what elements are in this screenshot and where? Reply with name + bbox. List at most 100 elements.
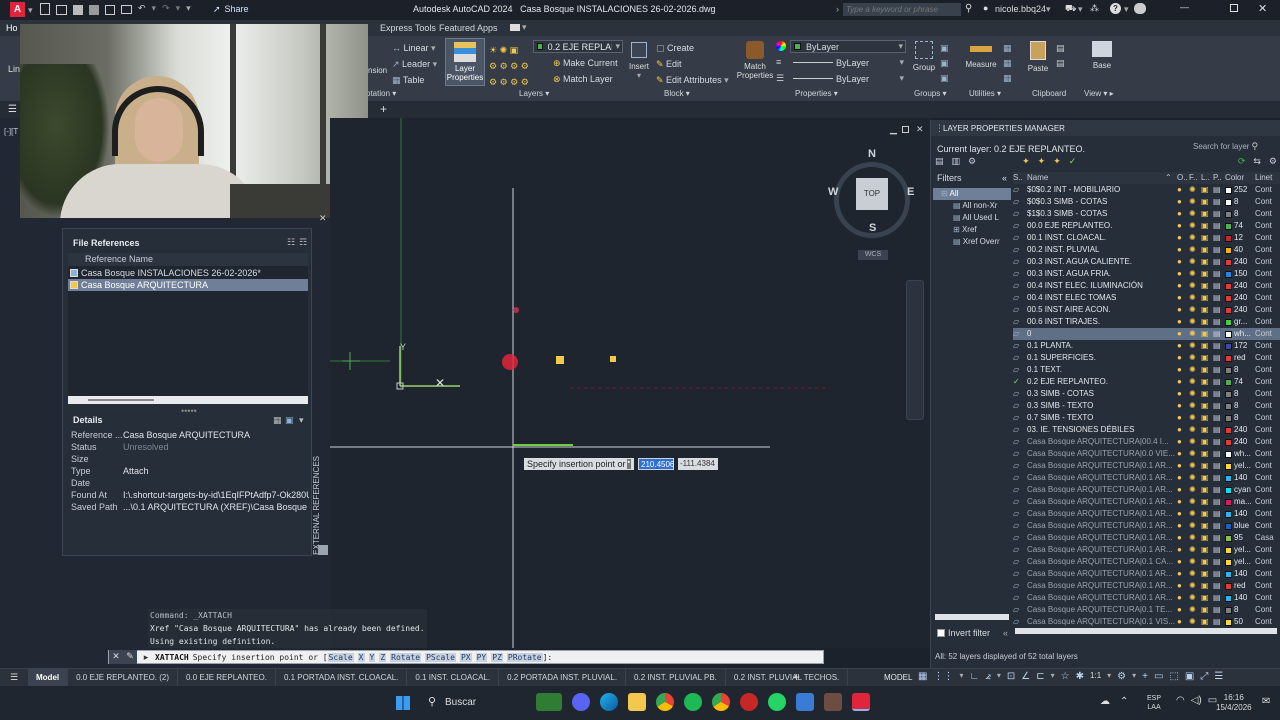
dropdown-arrow-icon[interactable]: ▪ xyxy=(626,459,631,469)
lock-open-icon[interactable]: ▣ xyxy=(1201,460,1213,472)
bulb-on-icon[interactable]: ● xyxy=(1177,424,1189,436)
layer-linetype[interactable]: Cont xyxy=(1255,328,1279,340)
palette-settings-icon[interactable] xyxy=(318,545,328,555)
sun-thaw-icon[interactable]: ✺ xyxy=(1189,580,1201,592)
layer-row[interactable]: ✓ 0.2 EJE REPLANTEO. ● ✺ ▣ ▤ 74 Cont xyxy=(1013,376,1280,388)
layer-color-cell[interactable]: 12 xyxy=(1225,232,1255,244)
layout-tab-model[interactable]: Model xyxy=(28,669,69,686)
layer-color-cell[interactable]: 74 xyxy=(1225,376,1255,388)
group-button[interactable]: Group xyxy=(910,38,938,86)
panel-splitter[interactable]: ••••• xyxy=(181,406,197,416)
linetype-dropdown[interactable]: ByLayer ▾ xyxy=(790,72,906,85)
match-layer-button[interactable]: ⊗ Match Layer xyxy=(553,72,613,86)
lock-open-icon[interactable]: ▣ xyxy=(1201,592,1213,604)
col-freeze[interactable]: F.. xyxy=(1189,172,1201,184)
taskbar-search-icon[interactable]: ⚲ xyxy=(428,695,436,708)
bulb-on-icon[interactable]: ● xyxy=(1177,352,1189,364)
current-layer-dropdown[interactable]: 0.2 EJE REPLANTEO. ▾ xyxy=(533,40,623,53)
y-coordinate-input[interactable]: -111.4384 xyxy=(678,458,718,470)
layer-row[interactable]: ▱ Casa Bosque ARQUITECTURA|0.1 AR... ● ✺ ▣ ▤ r… xyxy=(1013,580,1280,592)
new-property-filter-icon[interactable]: ▤ xyxy=(935,156,944,170)
redo-icon[interactable]: ↷ xyxy=(162,3,170,17)
workspace-icon[interactable]: ⚙ xyxy=(1117,671,1126,682)
layer-color-cell[interactable]: 140 xyxy=(1225,508,1255,520)
save-icon[interactable] xyxy=(73,5,83,15)
bulb-on-icon[interactable]: ● xyxy=(1177,508,1189,520)
sun-thaw-icon[interactable]: ✺ xyxy=(1189,208,1201,220)
lock-open-icon[interactable]: ▣ xyxy=(1201,232,1213,244)
sun-thaw-icon[interactable]: ✺ xyxy=(1189,352,1201,364)
lock-open-icon[interactable]: ▣ xyxy=(1201,268,1213,280)
layer-row[interactable]: ▱ 0.1 PLANTA. ● ✺ ▣ ▤ 172 Cont xyxy=(1013,340,1280,352)
layer-color-cell[interactable]: yel... xyxy=(1225,544,1255,556)
new-tab-icon[interactable]: + xyxy=(380,102,387,116)
layer-linetype[interactable]: Cont xyxy=(1255,472,1279,484)
layer-linetype[interactable]: Cont xyxy=(1255,412,1279,424)
bulb-on-icon[interactable]: ● xyxy=(1177,304,1189,316)
lock-open-icon[interactable]: ▣ xyxy=(1201,280,1213,292)
sun-thaw-icon[interactable]: ✺ xyxy=(1189,568,1201,580)
sun-thaw-icon[interactable]: ✺ xyxy=(1189,388,1201,400)
lock-open-icon[interactable]: ▣ xyxy=(1201,208,1213,220)
layer-row[interactable]: ▱ Casa Bosque ARQUITECTURA|0.1 AR... ● ✺ ▣ ▤ y… xyxy=(1013,460,1280,472)
layer-row[interactable]: ▱ Casa Bosque ARQUITECTURA|00.4 I... ● ✺ ▣ ▤ 2… xyxy=(1013,436,1280,448)
bulb-on-icon[interactable]: ● xyxy=(1177,340,1189,352)
bulb-on-icon[interactable]: ● xyxy=(1177,268,1189,280)
layer-row[interactable]: ▱ 00.4 INST ELEC. ILUMINACIÓN ● ✺ ▣ ▤ 240 Cont xyxy=(1013,280,1280,292)
workspace-chevron-icon[interactable]: ▾ xyxy=(1132,671,1136,682)
layer-color-cell[interactable]: 172 xyxy=(1225,340,1255,352)
grid-icon[interactable]: ▦ xyxy=(918,671,927,682)
lineweight-icon[interactable]: ≡ xyxy=(776,57,781,67)
plot-icon[interactable]: ▤ xyxy=(1213,616,1225,628)
command-customize-icon[interactable]: ✎ xyxy=(123,650,137,664)
plot-icon[interactable]: ▤ xyxy=(1213,400,1225,412)
layer-linetype[interactable]: Cont xyxy=(1255,592,1279,604)
sun-thaw-icon[interactable]: ✺ xyxy=(1189,436,1201,448)
bulb-on-icon[interactable]: ● xyxy=(1177,496,1189,508)
volume-icon[interactable]: ◁) xyxy=(1191,695,1202,706)
bulb-on-icon[interactable]: ● xyxy=(1177,400,1189,412)
plot-icon[interactable]: ▤ xyxy=(1213,328,1225,340)
layer-linetype[interactable]: Cont xyxy=(1255,556,1279,568)
layer-color-cell[interactable]: 8 xyxy=(1225,400,1255,412)
details-chevron-icon[interactable]: ▾ xyxy=(299,415,304,426)
edit-block-button[interactable]: ✎ Edit xyxy=(656,56,729,72)
annotation-monitor-icon[interactable]: + xyxy=(1142,671,1148,682)
layer-row[interactable]: ▱ 00.6 INST TIRAJES. ● ✺ ▣ ▤ gr... Cont xyxy=(1013,316,1280,328)
plot-icon[interactable]: ▤ xyxy=(1213,208,1225,220)
layer-row[interactable]: ▱ Casa Bosque ARQUITECTURA|0.1 CA... ● ✺ ▣ ▤ y… xyxy=(1013,556,1280,568)
layer-row[interactable]: ▱ 00.4 INST ELEC TOMAS ● ✺ ▣ ▤ 240 Cont xyxy=(1013,292,1280,304)
layer-row[interactable]: ▱ $0$0.3 SIMB - COTAS ● ✺ ▣ ▤ 8 Cont xyxy=(1013,196,1280,208)
lock-open-icon[interactable]: ▣ xyxy=(1201,340,1213,352)
customize-toolbar-icon[interactable]: ▾ xyxy=(186,3,191,17)
layout-tab[interactable]: 0.2 INST. PLUVIAL TECHOS. xyxy=(726,669,849,686)
layer-color-cell[interactable]: 240 xyxy=(1225,280,1255,292)
layer-linetype[interactable]: Cont xyxy=(1255,460,1279,472)
layer-row[interactable]: ▱ Casa Bosque ARQUITECTURA|0.1 VIS... ● ✺ ▣ ▤… xyxy=(1013,616,1280,628)
layer-color-cell[interactable]: 140 xyxy=(1225,592,1255,604)
layer-color-cell[interactable]: ma... xyxy=(1225,496,1255,508)
sun-thaw-icon[interactable]: ✺ xyxy=(1189,508,1201,520)
restore-icon[interactable] xyxy=(1230,4,1238,12)
layer-color-cell[interactable]: 240 xyxy=(1225,292,1255,304)
layer-color-cell[interactable]: blue xyxy=(1225,520,1255,532)
layer-color-cell[interactable]: 252 xyxy=(1225,184,1255,196)
layer-row[interactable]: ▱ Casa Bosque ARQUITECTURA|0.1 AR... ● ✺ ▣ ▤ 1… xyxy=(1013,508,1280,520)
invert-filter-checkbox[interactable] xyxy=(937,629,945,637)
lock-open-icon[interactable]: ▣ xyxy=(1201,580,1213,592)
layer-linetype[interactable]: Cont xyxy=(1255,304,1279,316)
layer-linetype[interactable]: Cont xyxy=(1255,568,1279,580)
command-option[interactable]: Y xyxy=(368,652,376,662)
plot-icon[interactable]: ▤ xyxy=(1213,268,1225,280)
sun-thaw-icon[interactable]: ✺ xyxy=(1189,400,1201,412)
reference-name-header[interactable]: Reference Name xyxy=(68,253,308,266)
lock-open-icon[interactable]: ▣ xyxy=(1201,388,1213,400)
layer-linetype[interactable]: Casa xyxy=(1255,532,1279,544)
col-lock[interactable]: L.. xyxy=(1201,172,1213,184)
annotation-panel-label[interactable]: otation ▾ xyxy=(366,89,396,98)
layer-linetype[interactable]: Cont xyxy=(1255,388,1279,400)
help-search-input[interactable] xyxy=(843,3,961,16)
viewport-restore-icon[interactable] xyxy=(902,126,909,133)
layout-tab[interactable]: 0.1 INST. CLOACAL. xyxy=(407,669,500,686)
plot-icon[interactable]: ▤ xyxy=(1213,352,1225,364)
